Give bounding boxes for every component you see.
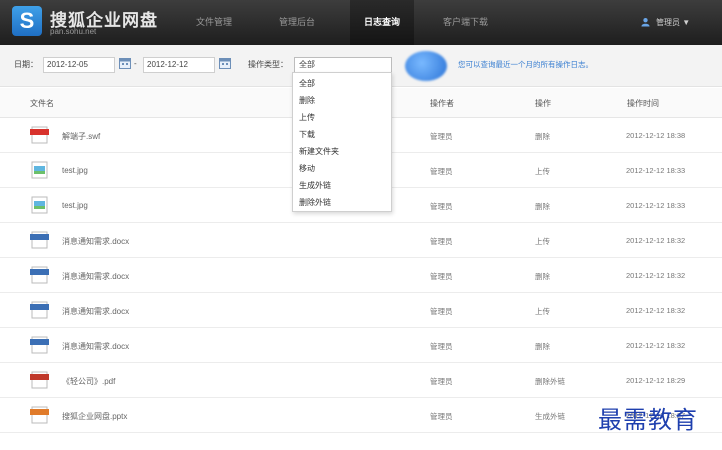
dropdown-option-upload[interactable]: 上传 [299,112,315,123]
col-action: 操作 [535,99,551,108]
time-cell: 2012-12-12 18:33 [626,201,686,210]
date-to-input[interactable]: 2012-12-12 [143,57,215,73]
action-cell: 删除 [535,202,550,211]
swf-file-icon [30,126,49,144]
op-type-label: 操作类型： [248,60,288,69]
time-cell: 2012-12-12 18:32 [626,341,686,350]
operator-cell: 管理员 [430,132,453,141]
dropdown-option-delete[interactable]: 删除 [299,95,315,106]
action-cell: 删除外链 [535,377,565,386]
pdf-file-icon [30,371,49,389]
col-operator: 操作者 [430,99,454,108]
file-name[interactable]: 消息通知需求.docx [62,306,129,317]
operator-cell: 管理员 [430,167,453,176]
file-name[interactable]: test.jpg [62,201,88,210]
action-cell: 生成外链 [535,412,565,421]
docx-file-icon [30,231,49,249]
col-time: 操作时间 [627,99,659,108]
time-cell: 2012-12-12 18:38 [626,131,686,140]
file-name[interactable]: 消息通知需求.docx [62,271,129,282]
image-file-icon [31,161,48,179]
action-cell: 上传 [535,167,550,176]
docx-file-icon [30,336,49,354]
dropdown-option-download[interactable]: 下载 [299,129,315,140]
nav-log-query[interactable]: 日志查询 [350,0,414,45]
table-row[interactable]: 《轻公司》.pdf 管理员 删除外链 2012-12-12 18:29 [0,363,722,398]
date-label: 日期： [14,60,38,69]
docx-file-icon [30,301,49,319]
query-hint: 您可以查询最近一个月的所有操作日志。 [458,60,593,69]
user-menu[interactable]: 管理员 ▼ [656,0,690,45]
file-name[interactable]: 消息通知需求.docx [62,341,129,352]
date-from-input[interactable]: 2012-12-05 [43,57,115,73]
table-row[interactable]: 消息通知需求.docx 管理员 上传 2012-12-12 18:32 [0,223,722,258]
operator-cell: 管理员 [430,202,453,211]
operator-cell: 管理员 [430,272,453,281]
dropdown-option-all[interactable]: 全部 [299,78,315,89]
operator-cell: 管理员 [430,377,453,386]
calendar-icon[interactable] [219,57,231,69]
nav-admin-backend[interactable]: 管理后台 [279,0,329,45]
file-name[interactable]: 《轻公司》.pdf [62,376,115,387]
calendar-icon[interactable] [119,57,131,69]
user-icon [641,18,650,27]
action-cell: 上传 [535,237,550,246]
operator-cell: 管理员 [430,307,453,316]
col-filename: 文件名 [30,99,54,108]
brand-domain: pan.sohu.net [50,27,97,36]
action-cell: 删除 [535,132,550,141]
docx-file-icon [30,266,49,284]
top-bar: S 搜狐企业网盘 pan.sohu.net 文件管理 管理后台 日志查询 客户端… [0,0,722,45]
table-row[interactable]: 消息通知需求.docx 管理员 上传 2012-12-12 18:32 [0,293,722,328]
decorative-blob [405,51,447,81]
operator-cell: 管理员 [430,237,453,246]
action-cell: 上传 [535,307,550,316]
time-cell: 2012-12-12 18:33 [626,166,686,175]
dropdown-option-delete-link[interactable]: 删除外链 [299,197,331,208]
table-row[interactable]: 消息通知需求.docx 管理员 删除 2012-12-12 18:32 [0,258,722,293]
dropdown-option-new-folder[interactable]: 新建文件夹 [299,146,339,157]
action-cell: 删除 [535,342,550,351]
date-separator: - [134,59,137,68]
nav-file-management[interactable]: 文件管理 [196,0,246,45]
watermark: 最需教育 [598,406,698,434]
logo-icon[interactable]: S [12,6,42,36]
file-name[interactable]: test.jpg [62,166,88,175]
action-cell: 删除 [535,272,550,281]
time-cell: 2012-12-12 18:32 [626,236,686,245]
op-type-select[interactable]: 全部 [294,57,392,73]
file-name[interactable]: 消息通知需求.docx [62,236,129,247]
nav-client-download[interactable]: 客户端下载 [443,0,503,45]
table-row[interactable]: 消息通知需求.docx 管理员 删除 2012-12-12 18:32 [0,328,722,363]
time-cell: 2012-12-12 18:29 [626,376,686,385]
file-name[interactable]: 搜狐企业网盘.pptx [62,411,127,422]
time-cell: 2012-12-12 18:32 [626,306,686,315]
operator-cell: 管理员 [430,412,453,421]
op-type-dropdown: 全部 删除 上传 下载 新建文件夹 移动 生成外链 删除外链 [292,72,392,212]
image-file-icon [31,196,48,214]
time-cell: 2012-12-12 18:32 [626,271,686,280]
dropdown-option-create-link[interactable]: 生成外链 [299,180,331,191]
pptx-file-icon [30,406,49,424]
file-name[interactable]: 解端子.swf [62,131,100,142]
operator-cell: 管理员 [430,342,453,351]
dropdown-option-move[interactable]: 移动 [299,163,315,174]
